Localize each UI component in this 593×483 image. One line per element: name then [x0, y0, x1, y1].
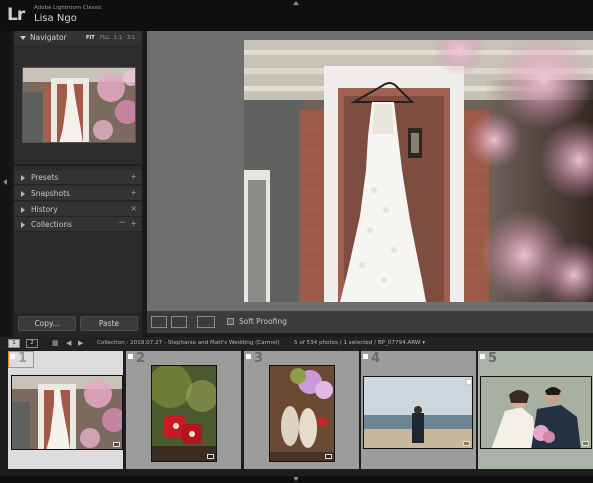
- loupe-toolbar: Soft Proofing: [147, 311, 593, 333]
- expand-triangle-icon: [21, 175, 25, 181]
- wedding-dress-photo: [244, 40, 593, 302]
- snapshots-label: Snapshots: [31, 189, 70, 198]
- copy-button[interactable]: Copy...: [18, 316, 76, 331]
- zoom-fit[interactable]: FIT: [86, 35, 95, 41]
- main-photo[interactable]: [244, 40, 593, 302]
- back-arrow-icon[interactable]: ◀: [66, 339, 71, 347]
- thumbnail: [480, 376, 592, 449]
- add-preset-icon[interactable]: +: [130, 172, 137, 181]
- hide-filmstrip-arrow-icon[interactable]: [293, 477, 299, 481]
- title-bar: Lr Adobe Lightroom Classic Lisa Ngo: [0, 0, 593, 31]
- cell-number: 3: [254, 351, 264, 366]
- filmstrip-cell-5[interactable]: 5: [478, 351, 593, 469]
- edited-badge-icon: [463, 441, 470, 446]
- thumbnail: [363, 376, 473, 449]
- secondary-window-1-button[interactable]: 1: [8, 339, 20, 348]
- collections-panel-header[interactable]: Collections − +: [14, 217, 142, 232]
- secondary-window-2-button[interactable]: 2: [26, 339, 38, 348]
- flag-icon: [480, 354, 485, 359]
- panel-empty-area: [14, 232, 142, 313]
- add-collection-icon[interactable]: +: [130, 219, 137, 228]
- edited-badge-icon: [207, 454, 214, 459]
- collections-label: Collections: [31, 220, 73, 229]
- soft-proofing-label: Soft Proofing: [239, 317, 287, 326]
- identity-plate: Lisa Ngo: [34, 13, 77, 24]
- history-panel-header[interactable]: History ×: [14, 202, 142, 217]
- expand-triangle-icon: [21, 207, 25, 213]
- zoom-1-1[interactable]: 1:1: [114, 35, 122, 41]
- filmstrip-cell-3[interactable]: 3: [244, 351, 359, 469]
- flag-icon: [363, 354, 368, 359]
- clear-history-icon[interactable]: ×: [130, 204, 137, 213]
- presets-panel-header[interactable]: Presets +: [14, 170, 142, 185]
- paste-button[interactable]: Paste: [80, 316, 138, 331]
- navigator-header[interactable]: Navigator FIT FILL 1:1 3:1: [14, 31, 142, 45]
- cell-number: 4: [371, 351, 381, 366]
- filmstrip-cell-1[interactable]: 1: [8, 351, 123, 469]
- cell-number: 5: [488, 351, 498, 366]
- flag-icon: [128, 354, 133, 359]
- view-mode-loupe-button[interactable]: [151, 316, 167, 328]
- expand-triangle-icon: [21, 222, 25, 228]
- before-after-button[interactable]: [171, 316, 187, 328]
- soft-proofing-checkbox[interactable]: [227, 318, 234, 325]
- expand-triangle-icon: [21, 191, 25, 197]
- flag-icon: [246, 354, 251, 359]
- add-snapshot-icon[interactable]: +: [130, 188, 137, 197]
- edited-badge-icon: [325, 454, 332, 459]
- filmstrip-cell-4[interactable]: 4: [361, 351, 476, 469]
- snapshots-panel-header[interactable]: Snapshots +: [14, 186, 142, 201]
- zoom-fill[interactable]: FILL: [100, 35, 110, 41]
- flag-icon: [10, 354, 15, 359]
- zoom-3-1[interactable]: 3:1: [127, 35, 135, 41]
- left-arrow-icon: [3, 179, 7, 185]
- copy-paste-bar: Copy... Paste: [14, 313, 142, 338]
- edited-badge-icon: [113, 442, 120, 447]
- history-label: History: [31, 205, 58, 214]
- filmstrip-cell-2[interactable]: 2: [126, 351, 241, 469]
- cell-number: 1: [18, 351, 28, 366]
- panel-divider: [14, 164, 142, 166]
- grid-view-icon[interactable]: ▦: [52, 339, 59, 347]
- thumbnail: [151, 365, 217, 462]
- remove-collection-icon[interactable]: −: [118, 218, 126, 228]
- navigator-preview-image: [23, 68, 135, 142]
- forward-arrow-icon[interactable]: ▶: [78, 339, 83, 347]
- lightroom-logo: Lr: [7, 5, 25, 25]
- filmstrip: 1 2 3 4 5: [0, 350, 593, 476]
- navigator-title: Navigator: [30, 33, 67, 42]
- navigator-preview[interactable]: [22, 67, 136, 143]
- cell-number: 2: [136, 351, 146, 366]
- left-panel-toggle[interactable]: [0, 31, 11, 338]
- filmstrip-status-bar: 1 2 ▦ ◀ ▶ Collection : 2019.07.27 - Step…: [0, 337, 593, 350]
- product-name: Adobe Lightroom Classic: [34, 5, 102, 11]
- edited-badge-icon: [582, 441, 589, 446]
- bottom-bar: [0, 476, 593, 483]
- before-after-swap-button[interactable]: [197, 316, 215, 328]
- thumbnail: [11, 375, 123, 450]
- collapse-triangle-icon: [20, 36, 26, 40]
- collection-breadcrumb[interactable]: Collection : 2019.07.27 - Stephanie and …: [97, 340, 279, 346]
- left-panel: Navigator FIT FILL 1:1 3:1 Presets + Sna…: [14, 31, 142, 338]
- presets-label: Presets: [31, 173, 59, 182]
- show-top-panel-arrow-icon[interactable]: [293, 1, 299, 5]
- thumbnail: [269, 365, 335, 462]
- loupe-view[interactable]: [147, 31, 593, 311]
- photo-count[interactable]: 5 of 534 photos / 1 selected / BP_07794.…: [294, 340, 425, 346]
